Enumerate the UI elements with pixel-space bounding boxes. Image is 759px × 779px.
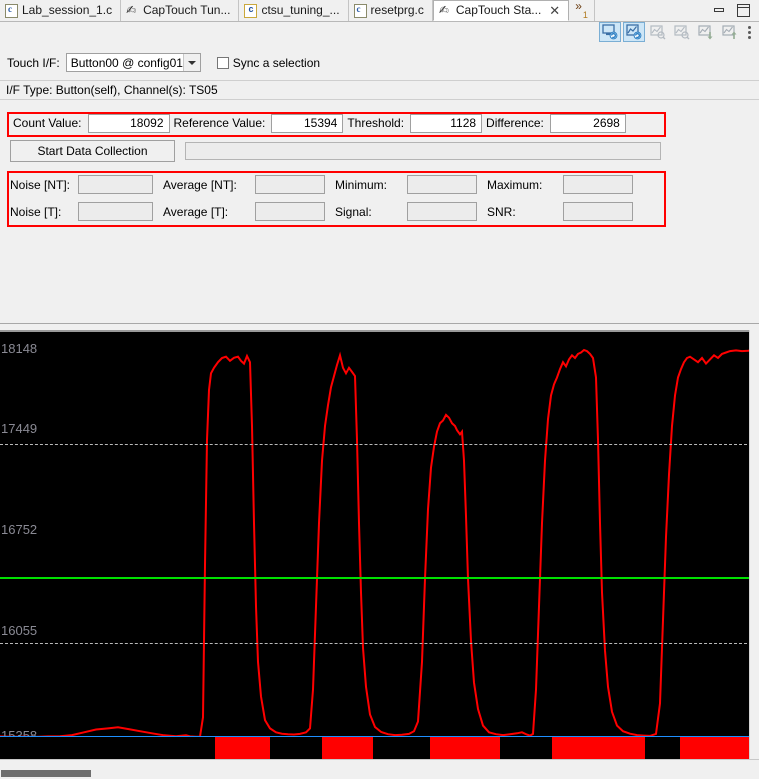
noise-stats-row: Noise [NT]: Average [NT]: Minimum: Maxim… bbox=[10, 171, 633, 198]
view-toolbar bbox=[599, 21, 759, 43]
chart-export-down-icon[interactable] bbox=[695, 22, 717, 42]
threshold-label: Threshold: bbox=[347, 116, 405, 130]
close-icon[interactable]: ✕ bbox=[549, 4, 560, 17]
touch-active-segment bbox=[430, 737, 500, 759]
hand-icon: ✍ bbox=[438, 2, 449, 17]
chevron-down-icon bbox=[182, 54, 200, 71]
touch-interface-label: Touch I/F: bbox=[7, 55, 60, 70]
chevron-double-right-icon: » bbox=[575, 0, 582, 13]
tab-label: ctsu_tuning_... bbox=[261, 3, 340, 17]
noise-t-label: Noise [T]: bbox=[10, 204, 62, 219]
if-type-bar: I/F Type: Button(self), Channel(s): TS05 bbox=[0, 80, 759, 100]
average-nt-field bbox=[255, 175, 325, 194]
touch-interface-value: Button00 @ config01 bbox=[70, 55, 183, 70]
minimize-icon[interactable] bbox=[713, 5, 726, 17]
threshold-cell: Threshold: 1128 bbox=[343, 112, 483, 134]
difference-field: 2698 bbox=[549, 113, 626, 133]
start-data-collection-button[interactable]: Start Data Collection bbox=[10, 140, 175, 162]
signal-plot-svg bbox=[0, 348, 752, 737]
tab-label: CapTouch Tun... bbox=[143, 3, 231, 17]
reference-value-field: 15394 bbox=[271, 113, 344, 133]
editor-tab-bar: Lab_session_1.c ✍ CapTouch Tun... ctsu_t… bbox=[0, 0, 759, 22]
chart-import-up-icon[interactable] bbox=[719, 22, 741, 42]
noise-stats-grid: Noise [NT]: Average [NT]: Minimum: Maxim… bbox=[10, 171, 633, 225]
touch-interface-select[interactable]: Button00 @ config01 bbox=[65, 53, 201, 72]
reference-value-label: Reference Value: bbox=[173, 116, 266, 130]
tab-resetprg-c[interactable]: resetprg.c bbox=[348, 0, 433, 21]
c-file-icon bbox=[5, 3, 18, 18]
minimum-field bbox=[407, 175, 477, 194]
threshold-line bbox=[0, 577, 752, 579]
snr-field bbox=[563, 202, 633, 221]
tab-lab-session-1-c[interactable]: Lab_session_1.c bbox=[0, 0, 122, 21]
chart-refresh-icon[interactable] bbox=[623, 22, 645, 42]
average-t-field bbox=[255, 202, 325, 221]
horizontal-scrollbar[interactable] bbox=[0, 759, 759, 779]
scrollbar-thumb[interactable] bbox=[1, 770, 91, 777]
status-panel: Touch I/F: Button00 @ config01 Sync a se… bbox=[0, 43, 759, 324]
count-value-chart[interactable]: 1814817449167521605515358 bbox=[0, 330, 759, 759]
touch-active-segment bbox=[552, 737, 645, 759]
average-t-label: Average [T]: bbox=[163, 204, 229, 219]
chart-zoom-out-icon[interactable] bbox=[647, 22, 669, 42]
maximum-field bbox=[563, 175, 633, 194]
maximum-label: Maximum: bbox=[487, 177, 543, 192]
y-axis-tick-label: 17449 bbox=[1, 421, 38, 436]
hand-icon: ✍ bbox=[126, 2, 137, 17]
maximize-icon[interactable] bbox=[737, 4, 750, 17]
chart-vertical-scrollbar[interactable] bbox=[749, 330, 759, 759]
sync-selection-label: Sync a selection bbox=[232, 55, 321, 70]
touch-active-segment bbox=[215, 737, 270, 759]
snr-label: SNR: bbox=[487, 204, 516, 219]
y-axis-tick-label: 18148 bbox=[1, 341, 38, 356]
tab-overflow-chevron[interactable]: » 1 bbox=[569, 0, 595, 21]
count-value-cell: Count Value: 18092 bbox=[9, 112, 170, 134]
collection-progress-bar bbox=[185, 142, 661, 160]
chart-zoom-in-icon[interactable] bbox=[671, 22, 693, 42]
noise-nt-label: Noise [NT]: bbox=[10, 177, 71, 192]
tab-ctsu-tuning[interactable]: ctsu_tuning_... bbox=[239, 0, 349, 21]
touch-state-bar bbox=[0, 737, 759, 759]
tab-label: resetprg.c bbox=[370, 3, 424, 17]
noise-stats-row: Noise [T]: Average [T]: Signal: SNR: bbox=[10, 198, 633, 225]
touch-active-segment bbox=[680, 737, 755, 759]
chart-gridline bbox=[0, 643, 752, 644]
signal-label: Signal: bbox=[335, 204, 372, 219]
tab-label: Lab_session_1.c bbox=[22, 3, 113, 17]
monitor-refresh-icon[interactable] bbox=[599, 22, 621, 42]
tab-captouch-status[interactable]: ✍ CapTouch Sta... ✕ bbox=[432, 0, 570, 21]
chart-gridline bbox=[0, 444, 752, 445]
overflow-count: 1 bbox=[582, 10, 588, 20]
values-row: Count Value: 18092 Reference Value: 1539… bbox=[9, 112, 626, 134]
captouch-status-window: Lab_session_1.c ✍ CapTouch Tun... ctsu_t… bbox=[0, 0, 759, 779]
window-controls bbox=[713, 0, 759, 21]
y-axis-tick-label: 16055 bbox=[1, 623, 38, 638]
count-value-field: 18092 bbox=[87, 113, 170, 133]
signal-field bbox=[407, 202, 477, 221]
view-menu-icon[interactable] bbox=[743, 22, 755, 42]
noise-nt-field bbox=[78, 175, 153, 194]
touch-interface-row: Touch I/F: Button00 @ config01 Sync a se… bbox=[7, 53, 320, 72]
if-type-text: I/F Type: Button(self), Channel(s): TS05 bbox=[6, 83, 218, 97]
c-file-icon bbox=[353, 3, 367, 18]
count-value-label: Count Value: bbox=[13, 116, 82, 130]
sync-selection-checkbox[interactable]: Sync a selection bbox=[216, 55, 321, 70]
collection-row: Start Data Collection bbox=[10, 140, 661, 162]
minimum-label: Minimum: bbox=[335, 177, 388, 192]
difference-cell: Difference: 2698 bbox=[482, 112, 626, 134]
reference-value-cell: Reference Value: 15394 bbox=[170, 112, 344, 134]
average-nt-label: Average [NT]: bbox=[163, 177, 237, 192]
threshold-field: 1128 bbox=[410, 113, 483, 133]
tab-label: CapTouch Sta... bbox=[455, 3, 542, 17]
checkbox-box bbox=[216, 56, 229, 69]
touch-active-segment bbox=[322, 737, 373, 759]
tab-captouch-tuner[interactable]: ✍ CapTouch Tun... bbox=[121, 0, 240, 21]
chart-plot-area: 1814817449167521605515358 bbox=[0, 332, 759, 759]
difference-label: Difference: bbox=[486, 116, 544, 130]
c-config-icon bbox=[244, 3, 258, 18]
y-axis-tick-label: 16752 bbox=[1, 522, 38, 537]
signal-trace bbox=[0, 348, 752, 737]
noise-t-field bbox=[78, 202, 153, 221]
